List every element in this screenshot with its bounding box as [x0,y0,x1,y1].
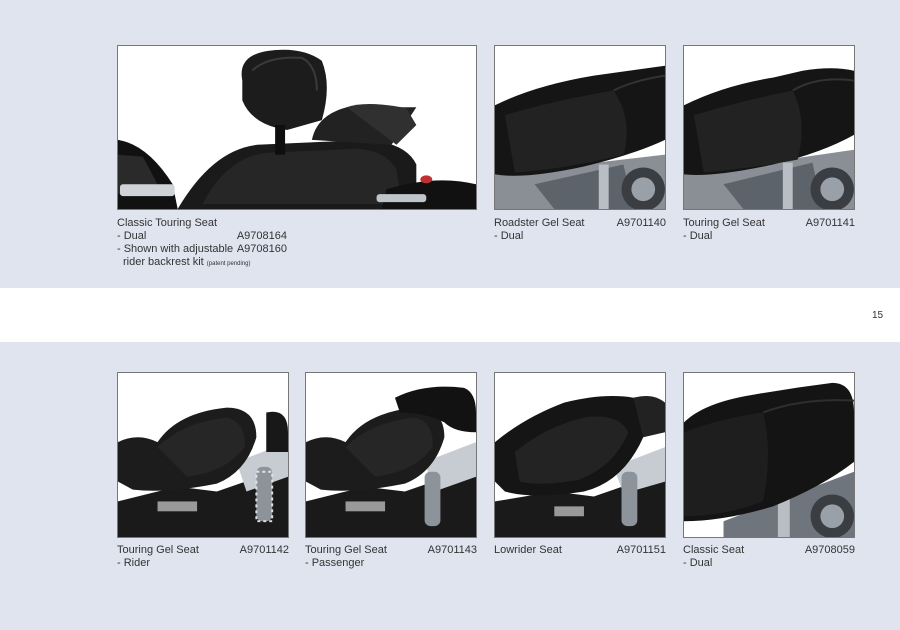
variant-label: - Rider [117,557,151,569]
caption-touring-gel-rider: Touring Gel Seat A9701142 - Rider [117,544,289,570]
product-title: Lowrider Seat [494,544,562,556]
title-row: Touring Gel Seat A9701142 [117,544,289,557]
variant-label: - Dual [494,230,524,242]
touring-gel-seat-passenger-photo [305,372,477,538]
product-roadster-gel-seat: Roadster Gel Seat A9701140 - Dual [494,45,666,255]
product-title: Classic Touring Seat [117,217,218,229]
part-number: A9708164 [236,230,287,242]
part-number: A9701141 [805,217,855,229]
variant-label: - Passenger [305,557,365,569]
touring-seat-with-backrest-photo [117,45,477,210]
variant-row: rider backrest kit (patent pending) [117,256,287,269]
product-touring-gel-seat-rider: Touring Gel Seat A9701142 - Rider [117,372,289,582]
product-touring-gel-seat-passenger: Touring Gel Seat A9701143 - Passenger [305,372,477,582]
part-number: A9708160 [236,243,287,255]
part-number: A9701142 [239,544,289,556]
product-lowrider-seat: Lowrider Seat A9701151 [494,372,666,582]
part-number: A9701143 [427,544,477,556]
caption-touring-gel-passenger: Touring Gel Seat A9701143 - Passenger [305,544,477,570]
product-title: Classic Seat [683,544,745,556]
title-row: Touring Gel Seat A9701141 [683,217,855,230]
caption-roadster-gel: Roadster Gel Seat A9701140 - Dual [494,217,666,243]
product-classic-touring-seat: Classic Touring Seat - Dual A9708164 - S… [117,45,477,275]
touring-gel-seat-dual-photo [683,45,855,210]
part-number: A9701151 [616,544,666,556]
title-row: Lowrider Seat A9701151 [494,544,666,557]
variant-row: - Shown with adjustable A9708160 [117,243,287,256]
product-title: Touring Gel Seat [305,544,387,556]
variant-label: rider backrest kit [123,256,204,268]
variant-label: - Shown with adjustable [117,243,234,255]
product-classic-seat-dual: Classic Seat A9708059 - Dual [683,372,855,582]
title-row: Touring Gel Seat A9701143 [305,544,477,557]
caption-lowrider: Lowrider Seat A9701151 [494,544,666,557]
product-touring-gel-seat-dual: Touring Gel Seat A9701141 - Dual [683,45,855,255]
variant-row: - Dual A9708164 [117,230,287,243]
roadster-gel-seat-photo [494,45,666,210]
caption-touring-gel-dual: Touring Gel Seat A9701141 - Dual [683,217,855,243]
title-row: Classic Seat A9708059 [683,544,855,557]
product-title: Touring Gel Seat [683,217,765,229]
variant-label: - Dual [683,557,713,569]
variant-label: - Dual [117,230,147,242]
part-number: A9701140 [616,217,666,229]
touring-gel-seat-rider-photo [117,372,289,538]
classic-seat-dual-photo [683,372,855,538]
product-title: Roadster Gel Seat [494,217,585,229]
caption-classic-touring: Classic Touring Seat - Dual A9708164 - S… [117,217,287,269]
patent-note: (patent pending) [206,261,251,267]
part-number: A9708059 [804,544,855,556]
page-number: 15 [872,310,884,321]
variant-label: - Dual [683,230,713,242]
title-row: Roadster Gel Seat A9701140 [494,217,666,230]
lowrider-seat-photo [494,372,666,538]
caption-classic-dual: Classic Seat A9708059 - Dual [683,544,855,570]
product-title: Touring Gel Seat [117,544,199,556]
